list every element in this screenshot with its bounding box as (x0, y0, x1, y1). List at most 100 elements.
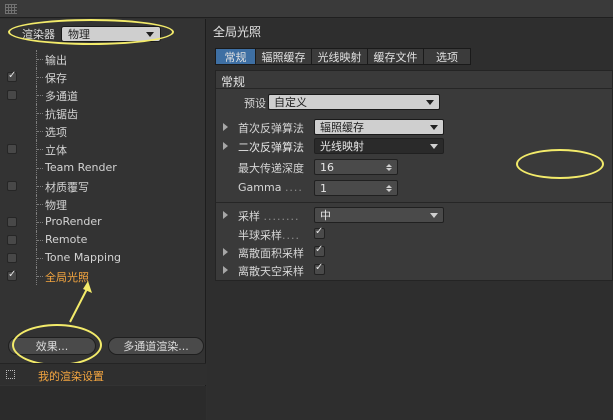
tree-connector (36, 194, 43, 213)
secondary-method-label: 二次反弹算法 (238, 141, 304, 154)
max-depth-label: 最大传递深度 (238, 162, 304, 175)
global-illumination-panel: 全局光照 常规 辐照缓存 光线映射 缓存文件 选项 常规 预设 自定义 首次反弹算法 辐… (207, 19, 613, 420)
tree-connector (36, 86, 43, 105)
primary-method-value: 辐照缓存 (320, 121, 364, 134)
tree-connector (36, 122, 43, 141)
primary-method-select[interactable]: 辐照缓存 (314, 119, 444, 135)
multipass-render-button[interactable]: 多通道渲染... (108, 337, 204, 355)
tree-item-label: 全局光照 (45, 271, 89, 285)
tree-item-label: Team Render (45, 160, 117, 174)
render-setting-icon (6, 370, 15, 379)
tree-item-label: Remote (45, 232, 88, 246)
chevron-down-icon (426, 99, 434, 105)
bottom-buttons: 效果... 多通道渲染... (8, 337, 204, 357)
discrete-sky-checkbox[interactable] (314, 262, 325, 275)
tree-item[interactable]: 物理 (0, 194, 206, 213)
tree-item[interactable]: Remote (0, 230, 206, 249)
tree-item[interactable]: ProRender (0, 212, 206, 231)
expand-triangle-icon[interactable] (223, 248, 228, 256)
tree-item[interactable]: Team Render (0, 158, 206, 177)
tree-connector (36, 104, 43, 123)
expand-triangle-icon[interactable] (223, 123, 228, 131)
tree-item-label: Tone Mapping (45, 251, 122, 265)
gamma-row: Gamma .... 1 (216, 179, 613, 197)
stepper-arrows-icon[interactable] (386, 184, 392, 192)
max-depth-row: 最大传递深度 16 (216, 158, 613, 176)
tree-item[interactable]: 选项 (0, 122, 206, 141)
tab-4[interactable]: 选项 (424, 49, 470, 64)
discrete-area-row: 离散面积采样 (216, 243, 613, 261)
secondary-method-select[interactable]: 光线映射 (314, 138, 444, 154)
max-depth-value: 16 (320, 160, 334, 174)
tree-item[interactable]: 多通道 (0, 86, 206, 105)
gamma-stepper[interactable]: 1 (314, 180, 398, 196)
tree-item-label: 保存 (45, 72, 67, 86)
tree-item-label: 选项 (45, 126, 67, 140)
renderer-select-value: 物理 (68, 28, 90, 41)
tree-connector (36, 176, 43, 195)
preset-value: 自定义 (274, 96, 307, 109)
tree-item-label: 物理 (45, 198, 67, 212)
tree-item-label: 输出 (45, 54, 67, 67)
tree-item-label: 抗锯齿 (45, 108, 78, 122)
tree-item-checkbox[interactable] (7, 216, 17, 227)
hemisphere-label: 半球采样.... (238, 229, 300, 242)
secondary-method-row: 二次反弹算法 光线映射 (216, 137, 613, 155)
tree-item-checkbox[interactable] (7, 90, 17, 101)
sampling-row: 采样 ........ 中 (216, 206, 613, 224)
chevron-down-icon (430, 124, 438, 130)
tab-1[interactable]: 辐照缓存 (256, 49, 312, 64)
hemisphere-checkbox[interactable] (314, 226, 325, 239)
expand-triangle-icon[interactable] (223, 142, 228, 150)
renderer-row: 渲染器 物理 (10, 24, 161, 44)
tree-item[interactable]: 立体 (0, 140, 206, 159)
tree-item-checkbox[interactable] (7, 70, 17, 83)
render-setting-item[interactable]: 我的渲染设置 (0, 363, 206, 385)
tab-0[interactable]: 常规 (216, 49, 256, 64)
tree-item-checkbox[interactable] (7, 234, 17, 245)
sampling-select[interactable]: 中 (314, 207, 444, 223)
settings-tree: 输出保存多通道抗锯齿选项立体 Team Render 材质覆写物理 ProRender… (0, 50, 206, 286)
chevron-down-icon (146, 31, 154, 37)
tree-item-label: 材质覆写 (45, 180, 89, 194)
preset-select[interactable]: 自定义 (268, 94, 440, 110)
section-title: 全局光照 (213, 25, 262, 39)
sampling-label: 采样 ........ (238, 210, 300, 223)
discrete-area-label: 离散面积采样 (238, 247, 304, 260)
render-settings-sidebar: 渲染器 物理 输出保存多通道抗锯齿选项立体Team Render材质覆写物理Pr… (0, 19, 206, 420)
preset-label: 预设 (244, 97, 266, 110)
tab-3[interactable]: 缓存文件 (368, 49, 424, 64)
tree-item-checkbox[interactable] (7, 144, 17, 155)
tree-item-checkbox[interactable] (7, 253, 17, 264)
expand-triangle-icon[interactable] (223, 211, 228, 219)
group-divider (216, 202, 613, 203)
stepper-arrows-icon[interactable] (386, 163, 392, 171)
max-depth-stepper[interactable]: 16 (314, 159, 398, 175)
tree-item-label: 多通道 (45, 90, 78, 104)
tree-item-label: 立体 (45, 144, 67, 158)
tab-bar: 常规 辐照缓存 光线映射 缓存文件 选项 (215, 48, 471, 65)
primary-method-row: 首次反弹算法 辐照缓存 (216, 118, 613, 136)
discrete-area-checkbox[interactable] (314, 244, 325, 257)
tree-item-checkbox[interactable] (7, 180, 17, 191)
tree-item[interactable]: 保存 (0, 68, 206, 87)
effects-button[interactable]: 效果... (8, 337, 96, 355)
tree-item-label: ProRender (45, 214, 102, 228)
renderer-select[interactable]: 物理 (61, 26, 161, 42)
tree-item[interactable]: 输出 (0, 50, 206, 68)
tree-connector (36, 68, 43, 87)
tree-connector (36, 230, 43, 249)
gamma-value: 1 (320, 181, 327, 195)
primary-method-label: 首次反弹算法 (238, 122, 304, 135)
grip-icon[interactable] (5, 4, 17, 14)
expand-triangle-icon[interactable] (223, 266, 228, 274)
tree-item[interactable]: 抗锯齿 (0, 104, 206, 123)
hemisphere-row: 半球采样.... (216, 225, 613, 243)
tree-item[interactable]: 全局光照 (0, 267, 206, 286)
discrete-sky-label: 离散天空采样 (238, 265, 304, 278)
tab-2[interactable]: 光线映射 (312, 49, 368, 64)
tree-item[interactable]: Tone Mapping (0, 249, 206, 268)
render-setting-name: 我的渲染设置 (38, 370, 104, 383)
tree-item-checkbox[interactable] (7, 269, 17, 282)
tree-item[interactable]: 材质覆写 (0, 176, 206, 195)
